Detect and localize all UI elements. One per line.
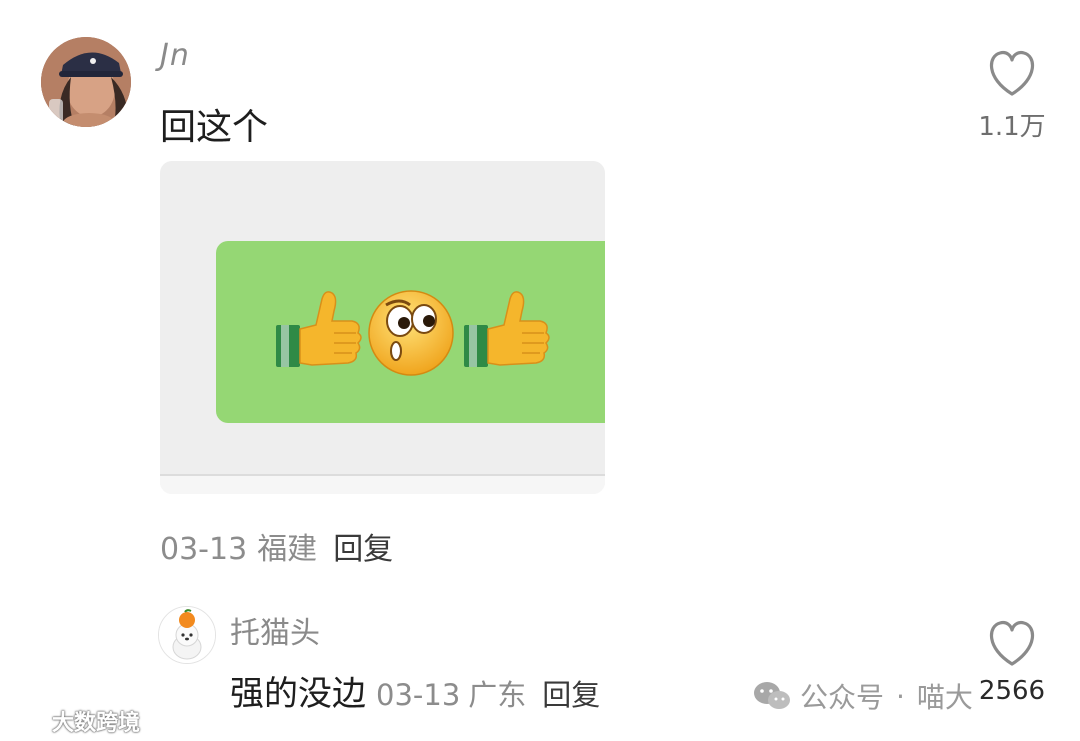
- watermark-brand-text: 大数跨境: [52, 711, 141, 736]
- dog-with-orange-avatar-icon: [159, 607, 215, 663]
- divider: [160, 476, 605, 494]
- comment-username[interactable]: Jn: [160, 38, 190, 73]
- reply-content: 强的没边 03-13 广东 回复: [230, 666, 600, 715]
- like-button[interactable]: 2566: [972, 614, 1052, 706]
- watermark-official-account: 公众号 · 喵大: [752, 676, 973, 716]
- thumbs-up-icon: [276, 291, 362, 367]
- avatar[interactable]: [158, 606, 216, 664]
- avatar[interactable]: [41, 37, 131, 127]
- reply-username[interactable]: 托猫头: [230, 608, 320, 652]
- brand-logo-icon: [8, 709, 46, 731]
- reply-button[interactable]: 回复: [333, 532, 393, 567]
- reply-text: 强的没边: [230, 674, 366, 714]
- watermark-separator: ·: [896, 679, 905, 713]
- reply-date: 03-13: [376, 678, 461, 712]
- like-count: 2566: [978, 676, 1046, 706]
- wechat-icon: [754, 682, 790, 709]
- like-button[interactable]: 1.1万: [972, 44, 1052, 143]
- reply-button[interactable]: 回复: [542, 678, 600, 712]
- like-count: 1.1万: [978, 112, 1046, 142]
- heart-outline-icon: [989, 50, 1035, 96]
- watermark-brand: 大数跨境: [8, 705, 140, 737]
- watermark-prefix: 公众号: [800, 681, 885, 714]
- user-photo-avatar-icon: [41, 37, 131, 127]
- reply-location: 广东: [468, 678, 527, 712]
- surprised-face-icon: [368, 290, 454, 376]
- comment-location: 福建: [257, 532, 318, 567]
- watermark-name: 喵大: [916, 681, 973, 714]
- comment-text: 回这个: [160, 107, 269, 148]
- heart-outline-icon: [989, 620, 1035, 666]
- sticker-image[interactable]: [160, 161, 605, 494]
- comment-meta: 03-13 福建 回复: [160, 524, 393, 568]
- thumbs-up-icon: [464, 291, 550, 367]
- comment-date: 03-13: [160, 532, 248, 567]
